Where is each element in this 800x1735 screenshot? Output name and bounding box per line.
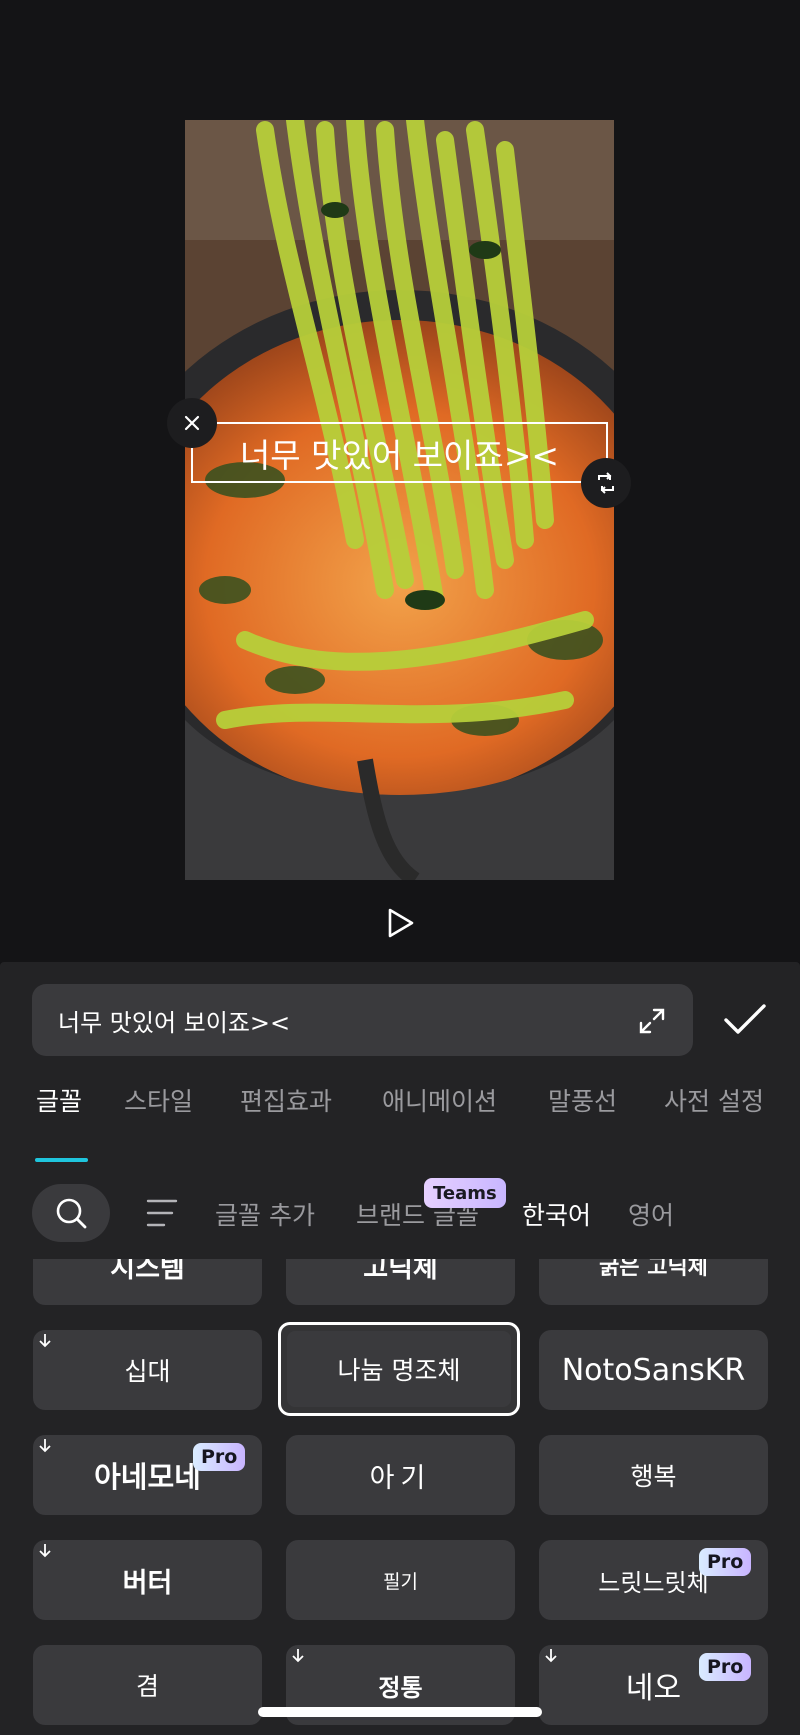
home-indicator[interactable]	[258, 1707, 542, 1717]
tab-speech-bubble[interactable]: 말풍선	[548, 1082, 617, 1118]
tab-effects[interactable]: 편집효과	[240, 1082, 332, 1118]
search-icon	[56, 1198, 87, 1229]
editor-tabs: 글꼴 스타일 편집효과 애니메이션 말풍선 사전 설정	[0, 1082, 800, 1152]
download-icon	[545, 1649, 557, 1663]
tab-animation[interactable]: 애니메이션	[382, 1082, 497, 1118]
video-frame[interactable]	[185, 120, 614, 880]
tab-presets[interactable]: 사전 설정	[664, 1082, 764, 1118]
font-item[interactable]: 겸	[33, 1645, 262, 1725]
font-item[interactable]: 굵은 고딕체	[539, 1259, 768, 1305]
tab-font[interactable]: 글꼴	[36, 1082, 82, 1118]
text-input-field[interactable]: 너무 맛있어 보이죠><	[32, 984, 693, 1056]
font-item[interactable]: 행복	[539, 1435, 768, 1515]
video-preview: 너무 맛있어 보이죠><	[0, 0, 800, 962]
confirm-check-button[interactable]	[722, 1000, 768, 1040]
font-item[interactable]: 필기	[286, 1540, 515, 1620]
list-menu-icon[interactable]	[146, 1196, 178, 1230]
play-icon	[388, 908, 414, 938]
pro-badge: Pro	[699, 1548, 752, 1576]
filter-english[interactable]: 영어	[628, 1196, 674, 1232]
caption-text-box[interactable]: 너무 맛있어 보이죠><	[191, 422, 608, 483]
font-item[interactable]: 버터	[33, 1540, 262, 1620]
caption-text: 너무 맛있어 보이죠><	[239, 435, 560, 475]
active-tab-indicator	[35, 1158, 88, 1162]
rotate-icon	[598, 472, 614, 494]
font-item[interactable]: NotoSansKR	[539, 1330, 768, 1410]
font-search-button[interactable]	[32, 1184, 110, 1242]
delete-text-button[interactable]	[167, 398, 217, 448]
font-item[interactable]: Pro 아네모네	[33, 1435, 262, 1515]
font-item[interactable]: Pro 네오	[539, 1645, 768, 1725]
font-item[interactable]: 시스템	[33, 1259, 262, 1305]
filter-add-font[interactable]: 글꼴 추가	[215, 1196, 315, 1232]
download-icon	[39, 1334, 51, 1348]
food-photo	[185, 120, 614, 880]
text-editor-panel: 너무 맛있어 보이죠>< 글꼴 스타일 편집효과 애니메이션 말풍선 사전 설정…	[0, 962, 800, 1735]
expand-icon[interactable]	[637, 1006, 667, 1036]
close-icon	[184, 415, 200, 431]
download-icon	[39, 1544, 51, 1558]
download-icon	[39, 1439, 51, 1453]
font-item-selected[interactable]: 나눔 명조체	[278, 1322, 520, 1416]
tab-style[interactable]: 스타일	[124, 1082, 193, 1118]
text-input-value[interactable]: 너무 맛있어 보이죠><	[58, 1003, 290, 1038]
pro-badge: Pro	[193, 1443, 246, 1471]
teams-badge: Teams	[424, 1178, 506, 1208]
download-icon	[292, 1649, 304, 1663]
font-item[interactable]: Pro 느릿느릿체	[539, 1540, 768, 1620]
font-grid: 시스템 고딕체 굵은 고딕체 십대 나눔 명조체 NotoSansKR Pro …	[0, 1259, 800, 1735]
font-item[interactable]: 고딕체	[286, 1259, 515, 1305]
play-button[interactable]	[376, 898, 426, 948]
pro-badge: Pro	[699, 1653, 752, 1681]
rotate-scale-handle[interactable]	[581, 458, 631, 508]
filter-korean[interactable]: 한국어	[522, 1196, 591, 1232]
font-item[interactable]: 십대	[33, 1330, 262, 1410]
font-item[interactable]: 아기	[286, 1435, 515, 1515]
font-filter-row: 글꼴 추가 브랜드 글꼴 Teams 한국어 영어	[0, 1178, 800, 1250]
